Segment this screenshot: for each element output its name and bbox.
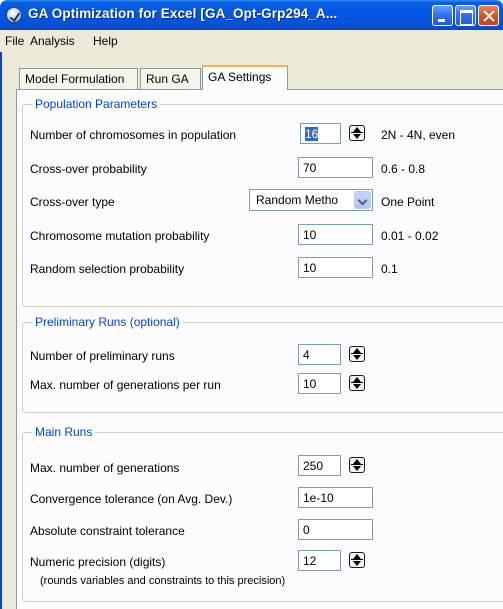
- chevron-down-icon[interactable]: [354, 191, 371, 209]
- absolute-tolerance-input[interactable]: 0: [298, 519, 373, 540]
- crossover-type-hint: One Point: [381, 195, 435, 209]
- preliminary-group-title: Preliminary Runs (optional): [32, 315, 183, 329]
- chromosomes-spinner[interactable]: [349, 125, 365, 141]
- close-button[interactable]: [478, 5, 499, 26]
- numeric-precision-note: (rounds variables and constraints to thi…: [40, 575, 286, 587]
- window-title: GA Optimization for Excel [GA_Opt-Grp294…: [28, 6, 338, 21]
- minimize-button[interactable]: [432, 5, 453, 26]
- preliminary-gens-input[interactable]: 10: [298, 373, 341, 394]
- crossover-type-value: Random Metho: [256, 193, 339, 207]
- population-group-title: Population Parameters: [32, 97, 161, 111]
- max-generations-spinner[interactable]: [349, 457, 365, 473]
- title-bar[interactable]: GA Optimization for Excel [GA_Opt-Grp294…: [0, 0, 503, 30]
- preliminary-runs-label: Number of preliminary runs: [30, 349, 175, 363]
- maximize-button[interactable]: [455, 5, 476, 26]
- random-selection-hint: 0.1: [381, 262, 398, 276]
- crossover-type-label: Cross-over type: [30, 195, 115, 209]
- numeric-precision-input[interactable]: 12: [298, 550, 341, 571]
- window-frame-edge: [0, 52, 2, 609]
- max-generations-input[interactable]: 250: [298, 455, 341, 476]
- absolute-tolerance-label: Absolute constraint tolerance: [30, 524, 185, 538]
- chromosomes-input[interactable]: 16: [300, 123, 341, 144]
- main-runs-group-title: Main Runs: [32, 425, 96, 439]
- random-selection-label: Random selection probability: [30, 262, 185, 276]
- random-selection-input[interactable]: 10: [298, 257, 373, 278]
- tab-run-ga[interactable]: Run GA: [140, 68, 201, 89]
- chromosomes-hint: 2N - 4N, even: [381, 128, 456, 142]
- mutation-prob-label: Chromosome mutation probability: [30, 229, 210, 243]
- convergence-tolerance-label: Convergence tolerance (on Avg. Dev.): [30, 492, 233, 506]
- preliminary-runs-spinner[interactable]: [349, 346, 365, 362]
- menu-analysis[interactable]: Analysis: [30, 34, 75, 48]
- menu-file[interactable]: File: [5, 34, 24, 48]
- preliminary-gens-spinner[interactable]: [349, 375, 365, 391]
- mutation-prob-input[interactable]: 10: [298, 224, 373, 245]
- max-generations-label: Max. number of generations: [30, 461, 180, 475]
- tab-model-formulation[interactable]: Model Formulation: [19, 68, 138, 89]
- menu-help[interactable]: Help: [93, 34, 118, 48]
- preliminary-runs-input[interactable]: 4: [298, 344, 341, 365]
- crossover-type-select[interactable]: Random Metho: [249, 189, 373, 211]
- chromosomes-label: Number of chromosomes in population: [30, 128, 237, 142]
- menu-bar: File Analysis Help: [0, 30, 503, 52]
- app-icon[interactable]: [6, 7, 22, 23]
- preliminary-gens-label: Max. number of generations per run: [30, 378, 221, 392]
- crossover-prob-hint: 0.6 - 0.8: [381, 162, 426, 176]
- preliminary-group: [22, 322, 503, 413]
- convergence-tolerance-input[interactable]: 1e-10: [298, 487, 373, 508]
- mutation-prob-hint: 0.01 - 0.02: [381, 229, 439, 243]
- numeric-precision-label: Numeric precision (digits): [30, 555, 166, 569]
- tab-ga-settings[interactable]: GA Settings: [202, 65, 288, 90]
- crossover-prob-label: Cross-over probability: [30, 162, 147, 176]
- numeric-precision-spinner[interactable]: [349, 552, 365, 568]
- crossover-prob-input[interactable]: 70: [298, 157, 373, 178]
